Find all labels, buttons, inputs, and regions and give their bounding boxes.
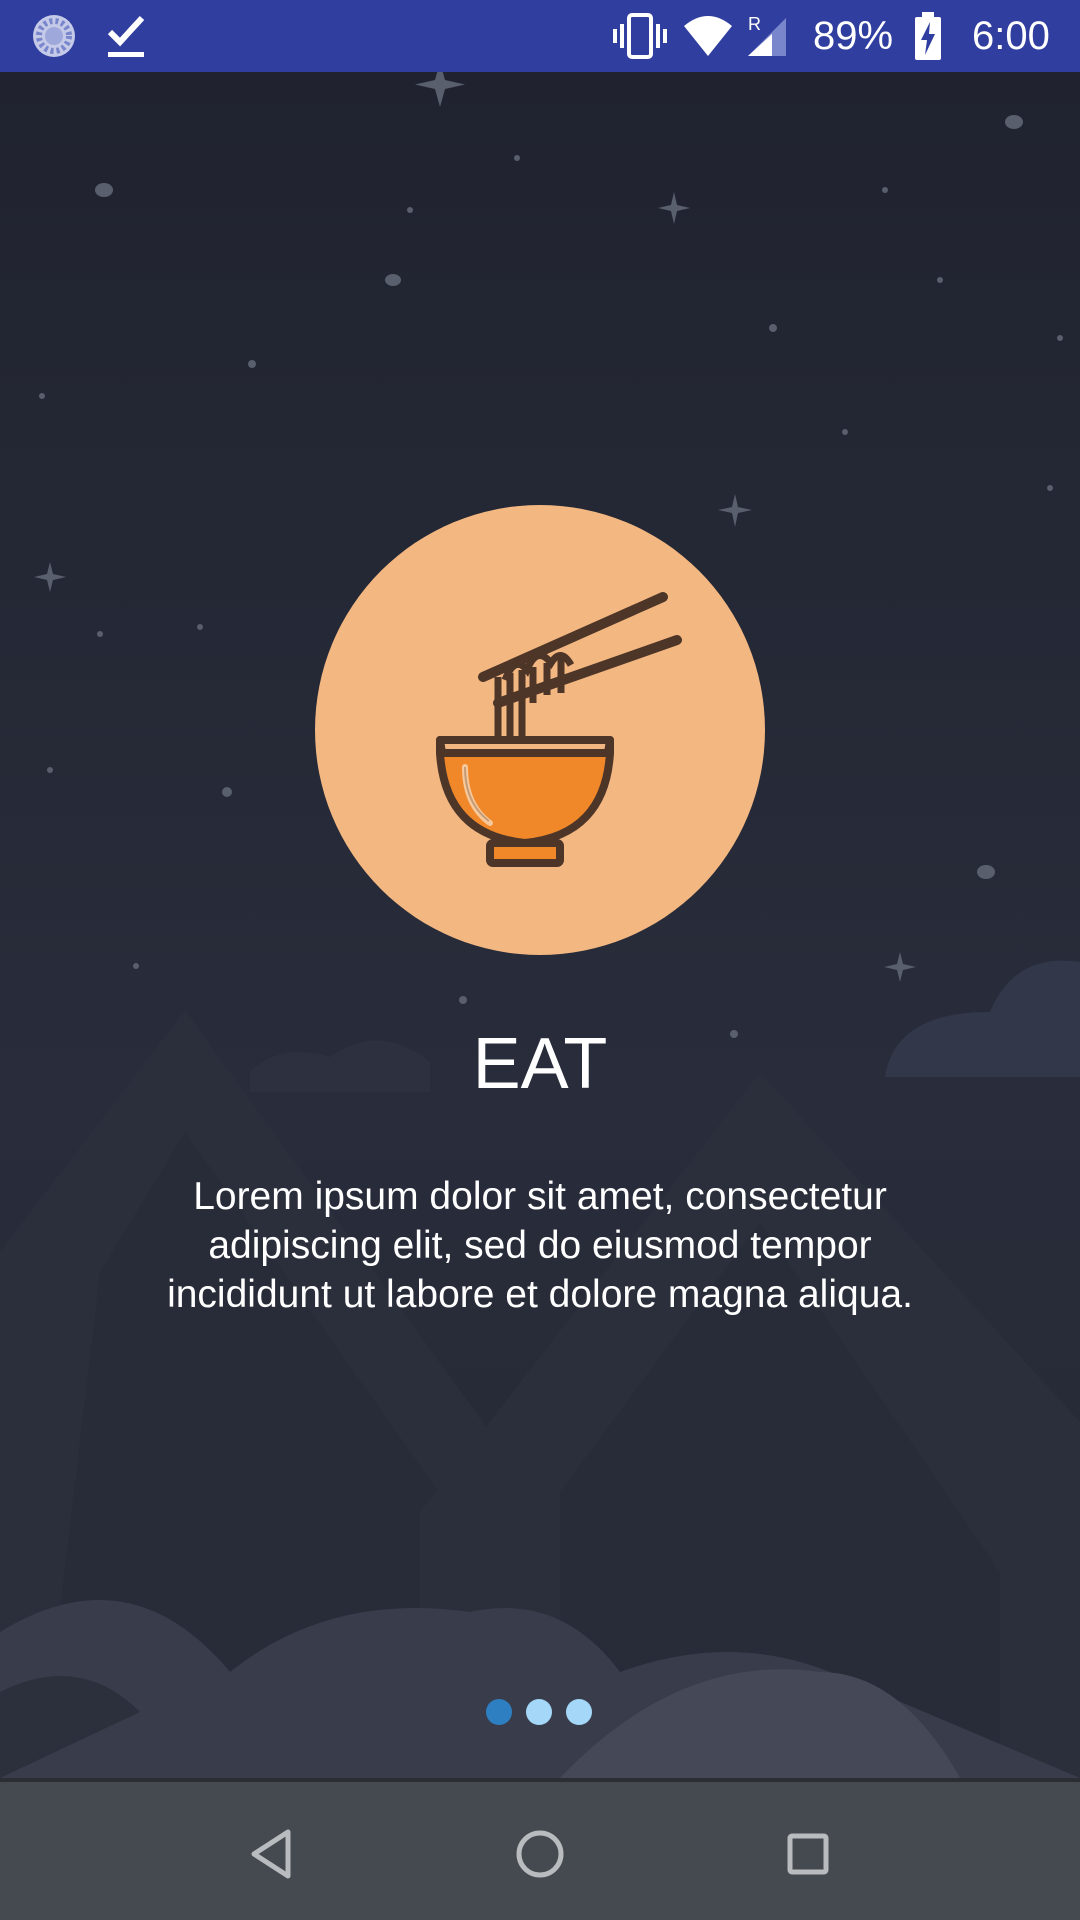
navigation-bar xyxy=(0,1778,1080,1920)
home-button[interactable] xyxy=(500,1814,580,1894)
recents-button[interactable] xyxy=(768,1814,848,1894)
page-dot-1[interactable] xyxy=(486,1699,512,1725)
vibrate-icon xyxy=(612,12,668,65)
download-complete-icon xyxy=(104,12,152,65)
page-dot-2[interactable] xyxy=(526,1699,552,1725)
cell-signal-icon: R xyxy=(746,12,788,65)
back-triangle-icon xyxy=(251,1829,291,1879)
home-circle-icon xyxy=(516,1830,564,1878)
slide-description: Lorem ipsum dolor sit amet, consectetur … xyxy=(167,1175,913,1316)
slide-title: EAT xyxy=(472,1024,608,1104)
page-indicator[interactable] xyxy=(486,1699,592,1725)
svg-text:R: R xyxy=(748,14,761,34)
clock: 6:00 xyxy=(972,14,1050,58)
onboarding-slide[interactable]: EAT Lorem ipsum dolor sit amet, consecte… xyxy=(0,72,1080,1778)
illustration-circle xyxy=(315,505,765,955)
battery-percent: 89% xyxy=(813,14,894,58)
battery-charging-icon xyxy=(912,10,944,67)
sync-icon xyxy=(30,12,78,65)
noodle-bowl-icon xyxy=(436,592,682,867)
status-bar: R 89% 6:00 xyxy=(0,0,1080,72)
page-dot-3[interactable] xyxy=(566,1699,592,1725)
back-button[interactable] xyxy=(232,1814,312,1894)
wifi-icon xyxy=(682,12,734,65)
recents-square-icon xyxy=(787,1833,829,1875)
